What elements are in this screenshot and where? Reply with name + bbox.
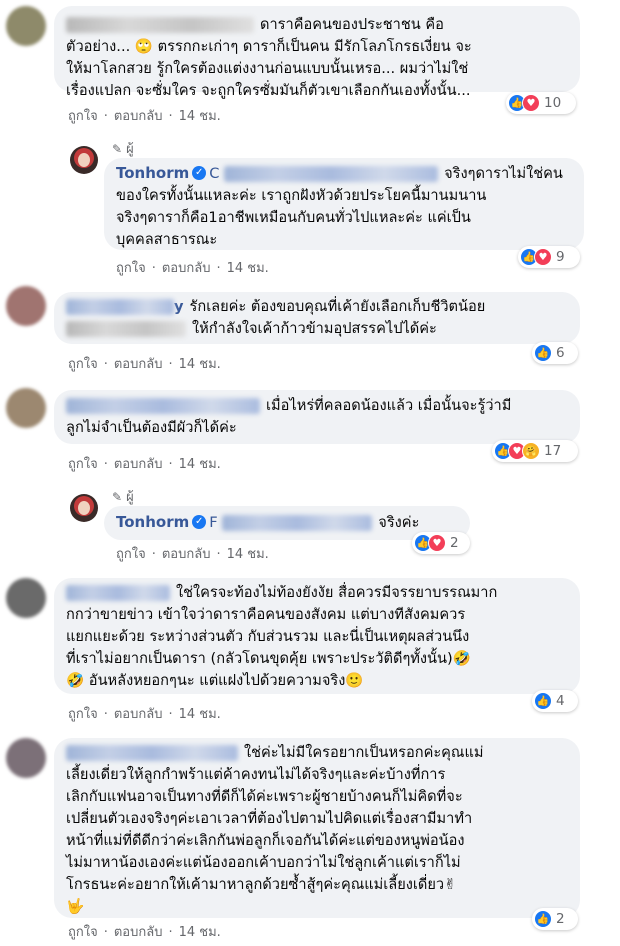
avatar[interactable] (6, 388, 46, 428)
timestamp[interactable]: 14 ชม. (179, 357, 221, 372)
like-link[interactable]: ถูกใจ (68, 707, 98, 722)
author-name[interactable]: Tonhorm (116, 513, 189, 531)
reaction-count: 9 (556, 249, 565, 265)
reply-link[interactable]: ตอบกลับ (114, 109, 163, 124)
comment-bubble: y รักเลยค่ะ ต้องขอบคุณที่เค้ายังเลือกเก็บ… (54, 292, 580, 344)
reaction-summary[interactable]: 👍 2 (532, 908, 578, 930)
author-badge: ✎ผู้เขียน (112, 490, 142, 523)
mention[interactable]: F (209, 514, 378, 531)
reply-link[interactable]: ตอบกลับ (114, 357, 163, 372)
author-avatar[interactable] (70, 146, 98, 174)
reaction-count: 4 (556, 693, 565, 709)
reaction-summary[interactable]: 👍 ♥ 2 (412, 532, 470, 554)
verified-badge-icon: ✓ (192, 515, 207, 529)
author-name[interactable]: Tonhorm (116, 164, 189, 182)
commenter-name[interactable] (66, 585, 170, 601)
comment-text: ให้กำลังใจเค้าก้าวข้ามอุปสรรคไปได้ค่ะ (192, 320, 437, 337)
like-link[interactable]: ถูกใจ (68, 925, 98, 940)
care-icon: 🤗 (522, 442, 540, 460)
love-icon: ♥ (522, 94, 540, 112)
like-link[interactable]: ถูกใจ (68, 457, 98, 472)
pencil-icon: ✎ (112, 490, 123, 504)
reaction-summary[interactable]: 👍 ♥ 10 (506, 92, 576, 114)
comment-text: ของใครทั้งนั้นแหละค่ะ เราถูกฝังหัวด้วยปร… (116, 187, 487, 248)
commenter-name[interactable] (66, 745, 238, 761)
commenter-name[interactable] (66, 17, 254, 33)
comment-bubble: ใช่ค่ะไม่มีใครอยากเป็นหรอกค่ะคุณแม่ เลี้… (54, 738, 580, 918)
like-link[interactable]: ถูกใจ (116, 547, 146, 562)
avatar[interactable] (6, 286, 46, 326)
comment-actions: ถูกใจ · ตอบกลับ · 14 ชม. (68, 109, 221, 124)
timestamp[interactable]: 14 ชม. (179, 109, 221, 124)
love-icon: ♥ (428, 534, 446, 552)
comment-actions: ถูกใจ · ตอบกลับ · 14 ชม. (68, 707, 221, 722)
comment-actions: ถูกใจ · ตอบกลับ · 14 ชม. (68, 357, 221, 372)
like-link[interactable]: ถูกใจ (116, 261, 146, 276)
commenter-name[interactable] (66, 398, 260, 414)
author-badge: ✎ผู้เขียน (112, 142, 142, 175)
reaction-count: 2 (556, 911, 565, 927)
comment-text-first: รักเลยค่ะ ต้องขอบคุณที่เค้ายังเลือกเก็บช… (189, 298, 486, 315)
avatar[interactable] (6, 738, 46, 778)
comment-actions: ถูกใจ · ตอบกลับ · 14 ชม. (68, 457, 221, 472)
reaction-summary[interactable]: 👍 ♥ 9 (518, 246, 580, 268)
comment-text: กกว่าขายข่าว เข้าใจว่าดาราคือคนของสังคม … (66, 606, 471, 689)
like-icon: 👍 (534, 910, 552, 928)
reply-link[interactable]: ตอบกลับ (162, 547, 211, 562)
comment-text-first: จริงๆดาราไม่ใช่คน (444, 165, 563, 182)
avatar[interactable] (6, 578, 46, 618)
timestamp[interactable]: 14 ชม. (179, 457, 221, 472)
comment-actions: ถูกใจ · ตอบกลับ · 14 ชม. (116, 547, 269, 562)
reaction-summary[interactable]: 👍 ♥ 🤗 17 (492, 440, 578, 462)
comment-bubble: ใช่ใครจะท้องไม่ท้องยังงัย สื่อควรมีจรรยา… (54, 578, 580, 694)
reaction-count: 6 (556, 345, 565, 361)
verified-badge-icon: ✓ (192, 166, 207, 180)
timestamp[interactable]: 14 ชม. (179, 925, 221, 940)
reaction-count: 17 (544, 443, 562, 459)
reaction-count: 2 (450, 535, 459, 551)
pencil-icon: ✎ (112, 142, 123, 156)
reaction-summary[interactable]: 👍 4 (532, 690, 578, 712)
like-icon: 👍 (534, 692, 552, 710)
like-icon: 👍 (534, 344, 552, 362)
like-link[interactable]: ถูกใจ (68, 357, 98, 372)
comment-actions: ถูกใจ · ตอบกลับ · 14 ชม. (68, 925, 221, 940)
comment-text-first: จริงค่ะ (378, 514, 420, 531)
timestamp[interactable]: 14 ชม. (227, 547, 269, 562)
comment-text-first: ใช่ใครจะท้องไม่ท้องยังงัย สื่อควรมีจรรยา… (176, 584, 498, 601)
reply-link[interactable]: ตอบกลับ (114, 707, 163, 722)
author-avatar[interactable] (70, 494, 98, 522)
timestamp[interactable]: 14 ชม. (179, 707, 221, 722)
comment-bubble: Tonhorm ✓ C จริงๆดาราไม่ใช่คน ของใครทั้งนั… (104, 158, 584, 250)
timestamp[interactable]: 14 ชม. (227, 261, 269, 276)
comment-text-first: ใช่ค่ะไม่มีใครอยากเป็นหรอกค่ะคุณแม่ (244, 744, 484, 761)
mention[interactable]: C (209, 165, 444, 182)
commenter-name-suffix[interactable]: y (174, 298, 184, 315)
avatar[interactable] (6, 6, 46, 46)
love-icon: ♥ (534, 248, 552, 266)
reply-link[interactable]: ตอบกลับ (162, 261, 211, 276)
reply-link[interactable]: ตอบกลับ (114, 457, 163, 472)
like-link[interactable]: ถูกใจ (68, 109, 98, 124)
comment-bubble: เมื่อไหร่ที่คลอดน้องแล้ว เมื่อนั้นจะรู้ว… (54, 390, 580, 444)
reply-link[interactable]: ตอบกลับ (114, 925, 163, 940)
commenter-name[interactable] (66, 299, 174, 315)
comment-text-first: เมื่อไหร่ที่คลอดน้องแล้ว เมื่อนั้นจะรู้ว… (266, 397, 512, 414)
comment-text: ลูกไม่จำเป็นต้องมีผัวก็ได้ค่ะ (66, 419, 237, 436)
comment-text: เลี้ยงเดี่ยวให้ลูกกำพร้าแต่ค้าคงทนไม่ได้… (66, 766, 473, 915)
reaction-summary[interactable]: 👍 6 (532, 342, 578, 364)
comment-bubble: ดาราคือคนของประชาชน คือ ตัวอย่าง... 🙄 ตร… (54, 6, 580, 99)
comment-actions: ถูกใจ · ตอบกลับ · 14 ชม. (116, 261, 269, 276)
reaction-count: 10 (544, 95, 562, 111)
